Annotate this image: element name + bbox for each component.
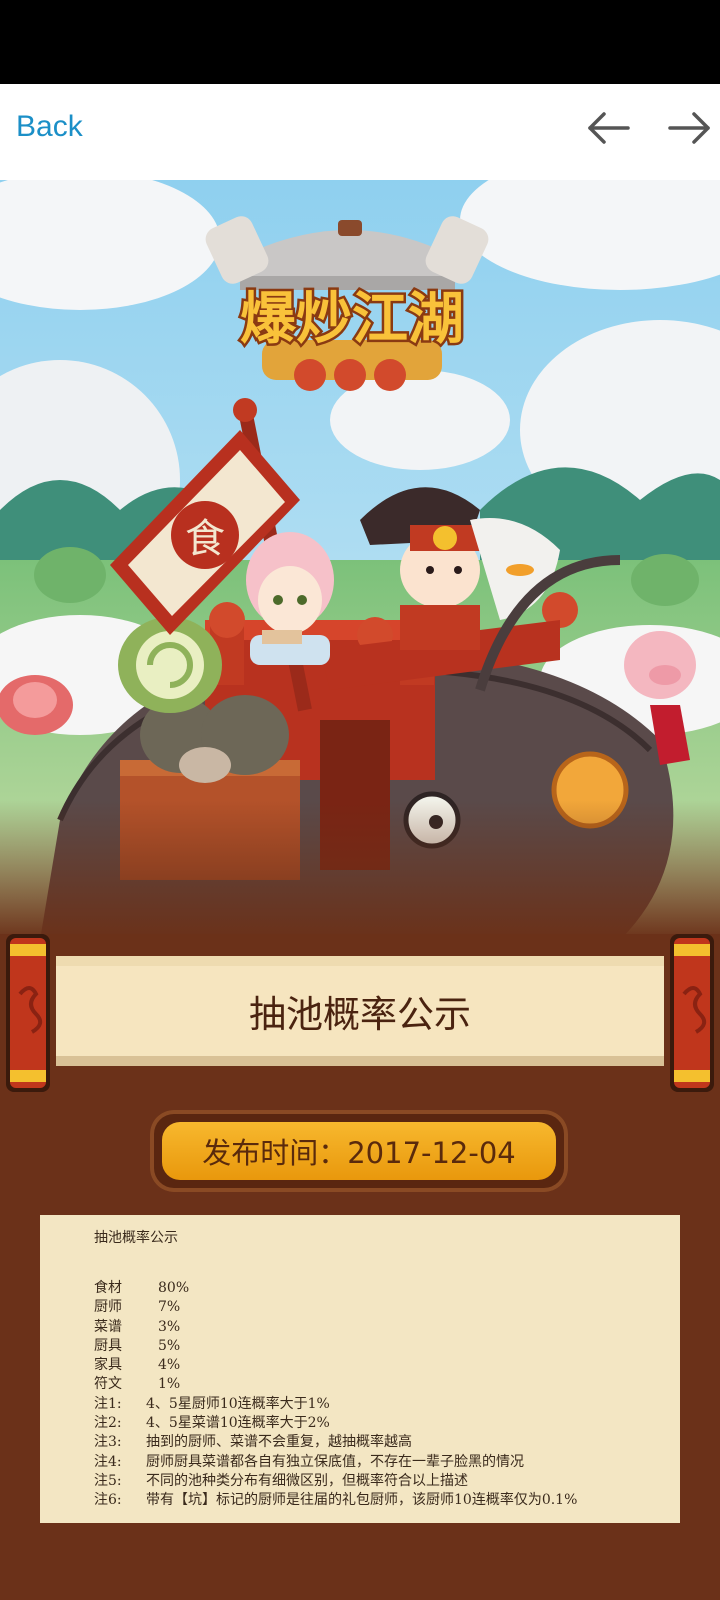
rate-value: 80% (158, 1280, 190, 1296)
rate-label: 厨具 (94, 1337, 122, 1354)
rate-row: 食材 80% (94, 1279, 680, 1298)
rate-label: 食材 (94, 1280, 122, 1296)
note-label: 注6: (94, 1492, 122, 1509)
note-text: 4、5星厨师10连概率大于1% (146, 1395, 330, 1412)
rate-row: 家具 4% (94, 1356, 680, 1375)
game-banner-illustration: 食 爆炒江湖 (0, 180, 720, 940)
rate-row: 厨师 7% (94, 1298, 680, 1317)
arrow-right-icon[interactable] (666, 108, 714, 148)
rate-value: 1% (158, 1376, 181, 1393)
title-scroll-banner: 抽池概率公示 (0, 934, 720, 1092)
note-label: 注3: (94, 1434, 122, 1451)
rate-row: 厨具 5% (94, 1337, 680, 1356)
rate-row: 菜谱 3% (94, 1318, 680, 1337)
note-label: 注4: (94, 1453, 122, 1470)
note-text: 不同的池种类分布有细微区别，但概率符合以上描述 (146, 1472, 468, 1489)
publish-date-text: 发布时间：2017-12-04 (162, 1122, 556, 1180)
rate-row: 符文 1% (94, 1375, 680, 1394)
note-row: 注6: 带有【坑】标记的厨师是往届的礼包厨师，该厨师10连概率仅为0.1% (94, 1491, 680, 1510)
rate-value: 5% (158, 1337, 181, 1354)
note-label: 注5: (94, 1472, 122, 1489)
status-bar (0, 0, 720, 84)
note-text: 4、5星菜谱10连概率大于2% (146, 1415, 330, 1432)
probability-notice-panel: 抽池概率公示 食材 80% 厨师 7% 菜谱 3% 厨具 5% 家具 4% 符文… (40, 1215, 680, 1523)
flag-character: 食 (185, 516, 225, 562)
note-row: 注5: 不同的池种类分布有细微区别，但概率符合以上描述 (94, 1472, 680, 1491)
note-row: 注2: 4、5星菜谱10连概率大于2% (94, 1414, 680, 1433)
rate-value: 3% (158, 1318, 181, 1335)
rate-label: 符文 (94, 1376, 122, 1393)
note-text: 厨师厨具菜谱都各自有独立保底值，不存在一辈子脸黑的情况 (146, 1453, 524, 1470)
rate-value: 7% (158, 1299, 181, 1316)
back-button[interactable]: Back (16, 110, 83, 144)
rate-value: 4% (158, 1357, 181, 1374)
scroll-rod-right (670, 934, 714, 1092)
publish-date-badge: 发布时间：2017-12-04 (150, 1110, 568, 1192)
note-row: 注3: 抽到的厨师、菜谱不会重复，越抽概率越高 (94, 1433, 680, 1452)
note-label: 注1: (94, 1395, 122, 1412)
note-row: 注4: 厨师厨具菜谱都各自有独立保底值，不存在一辈子脸黑的情况 (94, 1453, 680, 1472)
note-row: 注1: 4、5星厨师10连概率大于1% (94, 1395, 680, 1414)
arrow-left-icon[interactable] (584, 108, 632, 148)
section-title: 抽池概率公示 (56, 956, 664, 1066)
note-text: 带有【坑】标记的厨师是往届的礼包厨师，该厨师10连概率仅为0.1% (146, 1492, 578, 1509)
note-text: 抽到的厨师、菜谱不会重复，越抽概率越高 (146, 1434, 412, 1451)
rate-label: 菜谱 (94, 1318, 122, 1335)
navigation-bar: Back (0, 84, 720, 180)
notice-heading: 抽池概率公示 (94, 1230, 178, 1246)
scroll-rod-left (6, 934, 50, 1092)
rate-label: 厨师 (94, 1299, 122, 1316)
rate-label: 家具 (94, 1357, 122, 1374)
game-logo-text: 爆炒江湖 (240, 287, 464, 352)
note-label: 注2: (94, 1415, 122, 1432)
